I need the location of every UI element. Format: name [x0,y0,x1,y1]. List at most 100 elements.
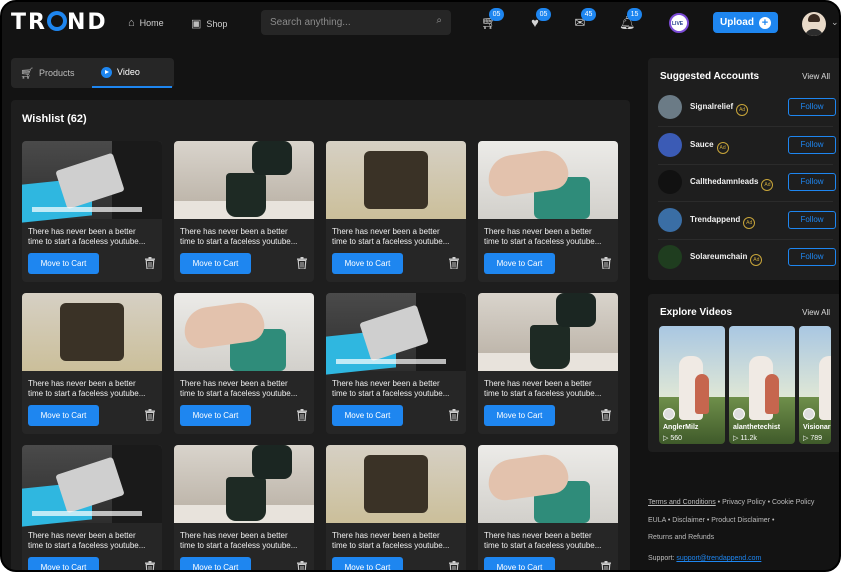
wishlist-card[interactable]: There has never been a better time to sta… [22,445,162,572]
trash-icon[interactable] [145,561,155,572]
wishlist-card[interactable]: There has never been a better time to sta… [174,293,314,434]
follow-button[interactable]: Follow [788,210,836,229]
footer-sep: • [767,499,771,506]
user-avatar[interactable] [802,12,826,36]
wishlist-card[interactable]: There has never been a better time to sta… [478,445,618,572]
returns-link[interactable]: Returns and Refunds [648,534,714,541]
wishlist-card[interactable]: There has never been a better time to sta… [326,445,466,572]
messages-button[interactable]: ✉ 45 [573,8,596,30]
shop-icon: ▣ [191,18,202,30]
video-thumbnail[interactable] [478,141,618,219]
support-email-link[interactable]: support@trendappend.com [676,555,761,562]
cookie-link[interactable]: Cookie Policy [772,499,814,506]
account-avatar[interactable] [658,207,682,232]
video-thumbnail[interactable] [22,141,162,223]
move-to-cart-button[interactable]: Move to Cart [180,557,251,570]
wishlist-card[interactable]: There has never been a better time to sta… [478,141,618,282]
product-disclaimer-link[interactable]: Product Disclaimer [711,517,770,524]
upload-button[interactable]: Upload + [713,12,778,33]
follow-button[interactable]: Follow [788,135,836,154]
search-input[interactable] [270,17,430,28]
account-avatar[interactable] [658,245,682,269]
move-to-cart-button[interactable]: Move to Cart [180,405,251,426]
privacy-link[interactable]: Privacy Policy [722,499,766,506]
wishlist-card[interactable]: There has never been a better time to sta… [174,445,314,572]
account-divider [658,201,833,202]
nav-shop[interactable]: ▣ Shop [191,17,227,30]
move-to-cart-button[interactable]: Move to Cart [28,405,99,426]
video-thumbnail[interactable] [22,293,162,371]
video-thumbnail[interactable] [174,141,314,219]
notifications-button[interactable]: 🔔︎ 15 [619,8,642,30]
disclaimer-link[interactable]: Disclaimer [672,517,705,524]
trend-logo[interactable]: TR ND [11,10,108,35]
move-to-cart-button[interactable]: Move to Cart [484,557,555,570]
follow-button[interactable]: Follow [788,98,836,116]
account-name[interactable]: Trendappend Ad [690,214,756,229]
chevron-down-icon[interactable]: ⌄ [831,17,839,28]
tab-video-label: Video [117,67,140,77]
video-thumbnail[interactable] [174,445,314,523]
wishlist-card[interactable]: There has never been a better time to sta… [22,293,162,434]
move-to-cart-button[interactable]: Move to Cart [180,253,251,274]
trash-icon[interactable] [145,409,155,421]
explore-video-card[interactable]: AnglerMilz ▷ 560 [659,326,725,444]
follow-button[interactable]: Follow [788,173,836,191]
trash-icon[interactable] [449,561,459,572]
move-to-cart-button[interactable]: Move to Cart [28,253,99,274]
account-avatar[interactable] [658,95,682,119]
trash-icon[interactable] [449,257,459,269]
creator-name: alanthetechist [733,424,781,431]
video-thumbnail[interactable] [326,293,466,375]
suggested-view-all-link[interactable]: View All [802,72,830,81]
tab-video[interactable]: Video [92,58,172,88]
live-button[interactable]: LIVE [669,13,689,33]
explore-video-card[interactable]: alanthetechist ▷ 11.2k [729,326,795,444]
search-icon[interactable]: ⌕ [436,15,442,26]
trash-icon[interactable] [145,257,155,269]
trash-icon[interactable] [601,409,611,421]
card-title-line-1: There has never been a better [332,379,440,388]
account-name[interactable]: Signalrelief Ad [690,102,749,116]
trash-icon[interactable] [601,257,611,269]
wishlist-card[interactable]: There has never been a better time to sta… [174,141,314,282]
move-to-cart-button[interactable]: Move to Cart [484,253,555,274]
account-divider [658,238,833,240]
cart-button[interactable]: 🛒︎ 05 [481,8,504,30]
card-title-line-1: There has never been a better [180,379,288,388]
explore-view-all-link[interactable]: View All [802,308,830,317]
wishlist-card[interactable]: There has never been a better time to sta… [22,141,162,282]
trash-icon[interactable] [601,561,611,572]
video-thumbnail[interactable] [478,445,618,523]
video-thumbnail[interactable] [478,293,618,371]
account-name[interactable]: Solareumchain Ad [690,252,763,266]
account-avatar[interactable] [658,132,682,157]
follow-button[interactable]: Follow [788,248,836,266]
terms-link[interactable]: Terms and Conditions [648,499,716,506]
explore-video-card[interactable]: Visionar ▷ 789 [799,326,831,444]
move-to-cart-button[interactable]: Move to Cart [332,253,403,274]
trash-icon[interactable] [449,409,459,421]
wishlist-card[interactable]: There has never been a better time to sta… [326,293,466,434]
move-to-cart-button[interactable]: Move to Cart [484,405,555,426]
account-name[interactable]: Callthedamnleads Ad [690,177,774,191]
move-to-cart-button[interactable]: Move to Cart [332,405,403,426]
account-name[interactable]: Sauce Ad [690,140,729,154]
video-thumbnail[interactable] [22,445,162,527]
move-to-cart-button[interactable]: Move to Cart [28,557,99,570]
account-name-text: Trendappend [690,214,741,224]
eula-link[interactable]: EULA [648,517,666,524]
account-avatar[interactable] [658,170,682,194]
wishlist-card[interactable]: There has never been a better time to sta… [478,293,618,434]
tab-products[interactable]: 🛒︎ Products [20,58,75,88]
wishlist-button[interactable]: ♥ 05 [528,8,551,30]
trash-icon[interactable] [297,257,307,269]
video-thumbnail[interactable] [326,445,466,523]
video-thumbnail[interactable] [174,293,314,371]
wishlist-card[interactable]: There has never been a better time to sta… [326,141,466,282]
video-thumbnail[interactable] [326,141,466,219]
move-to-cart-button[interactable]: Move to Cart [332,557,403,570]
trash-icon[interactable] [297,409,307,421]
trash-icon[interactable] [297,561,307,572]
nav-home[interactable]: ⌂ Home [128,17,164,29]
